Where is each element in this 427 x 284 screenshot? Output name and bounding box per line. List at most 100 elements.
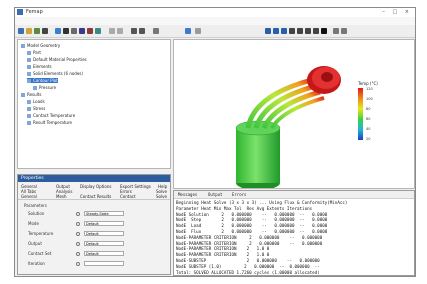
tree-item-label: Loads [33,99,45,104]
tree-item-label: Model Geometry [27,43,61,48]
console-line: NodE SUBSTEP (1.0) 2 0.000000 -- 0.00000… [176,263,320,269]
constraint-icon[interactable] [95,28,101,34]
new-icon[interactable] [18,28,24,34]
property-field[interactable]: Steady-State [84,211,124,216]
property-radio[interactable] [76,221,80,226]
console-line: NodE-SUBSTEP 2 0.000000 -- 0.000000 [176,258,320,263]
legend-label: 80 [366,107,371,111]
console-tab-errors[interactable]: Errors [232,192,246,197]
tree-node-icon [27,58,31,62]
property-radio[interactable] [76,251,80,256]
view-iso-icon[interactable] [289,28,295,34]
tab-contact[interactable]: Contact [120,194,136,199]
tree-item[interactable]: Solid Elements (6 nodes) [27,71,83,76]
undo-icon[interactable] [109,28,115,34]
element-icon[interactable] [79,28,85,34]
shaded-icon[interactable] [313,28,319,34]
model-tree: Model Geometry Part Default Material Prope… [17,39,171,169]
console-line: NodE Flux 2 0.000000 -- 0.000000 -- 0.00… [176,229,328,234]
tree-item[interactable]: Model Geometry [21,43,60,48]
property-field[interactable]: Default [84,231,124,236]
tab-mesh[interactable]: Mesh [56,194,67,199]
property-field[interactable]: Default [84,241,124,246]
view-front-icon[interactable] [265,28,271,34]
graphics-viewport[interactable] [173,39,415,189]
tree-item-label: Elements [33,64,52,69]
tree-item[interactable]: Result Temperature [27,120,72,125]
property-label: Iteration [28,261,45,266]
hub-bore [321,72,333,82]
legend-label: 100 [366,97,373,101]
property-field[interactable] [84,261,124,266]
view-side-icon[interactable] [281,28,287,34]
tree-node-icon [27,100,31,104]
rotate-icon[interactable] [185,28,191,34]
property-value: Default [86,252,99,256]
tree-item-label: Stress [33,106,46,111]
tree-item[interactable]: Contour Plot [27,78,58,83]
tree-item-label: Contour Plot [33,78,58,83]
window-controls[interactable]: – □ × [382,9,412,15]
console-tab-output[interactable]: Output [208,192,222,197]
property-radio[interactable] [76,211,80,216]
tree-item[interactable]: Part [27,50,41,55]
tab-solve-2[interactable]: Solve [156,194,167,199]
property-radio[interactable] [76,241,80,246]
solve-icon[interactable] [139,28,145,34]
tree-item-label: Pressure [39,85,57,90]
property-radio[interactable] [76,231,80,236]
tree-item-label: Contact Temperature [33,113,76,118]
output-console: Messages Output Errors Beginning Heat So… [173,190,415,276]
property-label: Contact Set [28,251,52,256]
tree-item[interactable]: Default Material Properties [27,57,87,62]
properties-panel: Properties General Output Display Option… [17,174,171,275]
wireframe-icon[interactable] [305,28,311,34]
console-line: NodE Solution 2 0.000000 -- 0.000000 -- … [176,211,328,217]
tree-item[interactable]: Loads [27,99,45,104]
property-value: Steady-State [86,212,109,216]
window-title: Femap [26,9,43,15]
tree-node-icon [27,51,31,55]
tree-item[interactable]: Pressure [33,85,56,90]
main-toolbar [15,25,415,38]
console-line: NodE Step 2 0.000000 -- 0.000000 -- 0.00… [176,217,328,223]
property-value: Default [86,222,99,226]
groups-icon[interactable] [341,28,347,34]
view-top-icon[interactable] [273,28,279,34]
tree-node-icon [33,86,37,90]
open-icon[interactable] [26,28,32,34]
legend-title: Temp (°C) [358,81,378,86]
zoom-icon[interactable] [153,28,159,34]
tree-item[interactable]: Contact Temperature [27,113,75,118]
redo-icon[interactable] [117,28,123,34]
app-window: Femap – □ × File Edit View Insert Tools … [14,7,416,277]
fit-icon[interactable] [297,28,303,34]
property-field[interactable]: Default [84,251,124,256]
pan-icon[interactable] [195,28,201,34]
console-tab-messages[interactable]: Messages [178,192,197,197]
tree-item-label: Results [27,92,42,97]
property-field[interactable]: Default [84,221,124,226]
node-icon[interactable] [71,28,77,34]
tree-item[interactable]: Stress [27,106,45,111]
print-icon[interactable] [42,28,48,34]
layers-icon[interactable] [333,28,339,34]
property-radio[interactable] [76,261,80,266]
section-parameters: Parameters [24,203,47,208]
save-icon[interactable] [34,28,40,34]
select-icon[interactable] [55,28,61,34]
filter-icon[interactable] [131,28,137,34]
tab-display-options[interactable]: Display Options [80,184,111,189]
menu-bar: File Edit View Insert Tools Help [15,17,415,34]
contour-icon[interactable] [321,28,327,34]
app-icon [17,9,23,15]
tree-node-icon [27,72,31,76]
tree-item[interactable]: Results [21,92,41,97]
mesh-icon[interactable] [63,28,69,34]
tab-contact-results[interactable]: Contact Results [80,194,111,199]
tab-general-2[interactable]: General [21,194,37,199]
legend-label: 40 [366,127,371,131]
tree-item[interactable]: Elements [27,64,52,69]
property-label: Temperature [28,231,54,236]
load-icon[interactable] [87,28,93,34]
